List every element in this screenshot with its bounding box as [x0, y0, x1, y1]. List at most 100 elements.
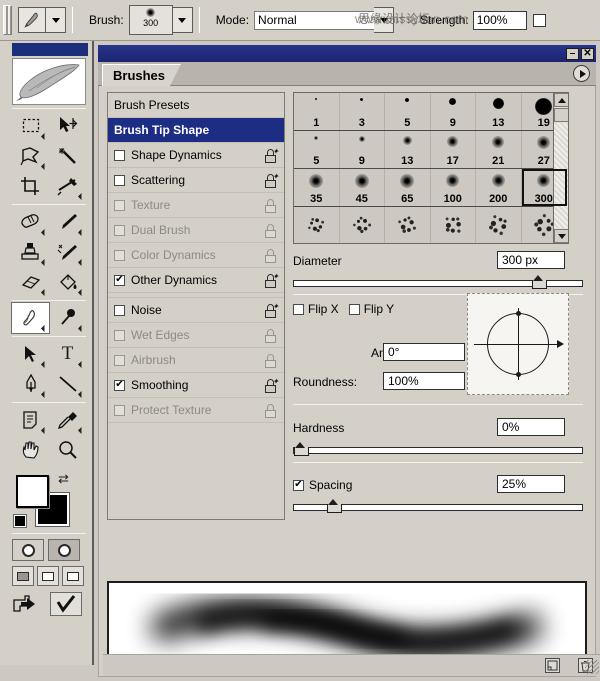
angle-input[interactable]: 0° [383, 343, 465, 361]
brush-option-shape-dynamics[interactable]: Shape Dynamics ✦ [108, 143, 284, 168]
standard-mode-icon[interactable] [12, 539, 44, 561]
checkbox[interactable] [114, 149, 125, 161]
brush-tool-2[interactable] [49, 207, 86, 237]
flip-y-checkbox[interactable] [348, 303, 360, 315]
eyedropper-tool[interactable] [49, 405, 86, 435]
brush-tip-200[interactable]: 200 [476, 169, 522, 206]
crop-tool[interactable] [12, 171, 49, 201]
brush-tip-splatter[interactable] [431, 207, 476, 243]
palette-menu-icon[interactable] [573, 65, 590, 82]
default-colors-icon[interactable] [13, 514, 27, 528]
foreground-color-swatch[interactable] [16, 475, 49, 508]
brush-tip-9[interactable]: 9 [340, 131, 385, 168]
brush-option-other-dynamics[interactable]: ✔ Other Dynamics ✦ [108, 268, 284, 293]
lock-icon[interactable]: ✦ [264, 377, 279, 393]
lock-icon[interactable] [264, 248, 277, 263]
healing-brush-tool[interactable] [12, 207, 49, 237]
brush-preview-chip[interactable]: 300 [128, 5, 173, 35]
brush-tip-13[interactable]: 13 [385, 131, 431, 168]
jump-to-imageready-icon[interactable] [12, 592, 44, 616]
path-selection-tool[interactable] [12, 339, 49, 369]
diameter-input[interactable]: 300 px [497, 251, 565, 269]
brush-tip-splatter[interactable] [385, 207, 431, 243]
lock-icon[interactable] [264, 223, 277, 238]
brush-tip-9[interactable]: 9 [431, 93, 476, 130]
tab-brushes[interactable]: Brushes [102, 64, 182, 86]
dial-handle-top[interactable] [516, 311, 521, 316]
lock-icon[interactable]: ✦ [264, 172, 279, 188]
clone-stamp-tool[interactable] [12, 237, 49, 267]
brush-tip-100[interactable]: 100 [431, 169, 476, 206]
spacing-checkbox[interactable]: ✔ [293, 479, 304, 491]
close-button[interactable]: ✕ [581, 47, 594, 60]
brush-option-scattering[interactable]: Scattering ✦ [108, 168, 284, 193]
brush-tip-65[interactable]: 65 [385, 169, 431, 206]
brush-tip-1[interactable]: 1 [294, 93, 340, 130]
checkbox[interactable] [114, 249, 125, 261]
brush-tip-5[interactable]: 5 [294, 131, 340, 168]
hardness-slider-thumb[interactable] [294, 442, 309, 456]
lock-icon[interactable] [264, 403, 277, 418]
type-tool[interactable]: T [49, 339, 86, 369]
airbrush-toggle[interactable] [532, 13, 546, 27]
checkbox[interactable] [114, 224, 125, 236]
hand-tool[interactable] [12, 435, 49, 465]
toolbox-titlebar[interactable] [12, 43, 88, 56]
checkbox[interactable] [114, 174, 125, 186]
checkbox[interactable]: ✔ [114, 379, 125, 391]
lock-icon[interactable] [264, 198, 277, 213]
hardness-input[interactable]: 0% [497, 418, 565, 436]
brush-option-dual-brush[interactable]: Dual Brush [108, 218, 284, 243]
brush-option-airbrush[interactable]: Airbrush [108, 348, 284, 373]
notes-tool[interactable] [12, 405, 49, 435]
checkbox[interactable] [114, 199, 125, 211]
blur-tool[interactable] [11, 302, 50, 334]
flip-x-checkbox[interactable] [293, 303, 304, 315]
zoom-tool[interactable] [49, 435, 86, 465]
checkbox[interactable] [114, 404, 125, 416]
brush-tip-splatter[interactable] [294, 207, 340, 243]
scroll-down-arrow-icon[interactable] [554, 229, 568, 243]
angle-roundness-dial[interactable] [467, 293, 569, 395]
spacing-slider-thumb[interactable] [327, 499, 342, 513]
checkbox[interactable] [114, 304, 125, 316]
palette-titlebar[interactable]: – ✕ [98, 45, 596, 62]
paint-bucket-tool[interactable] [49, 267, 86, 297]
checkbox[interactable] [114, 329, 125, 341]
minimize-button[interactable]: – [566, 47, 579, 60]
lock-icon[interactable]: ✦ [264, 302, 279, 318]
full-screen-menubar-mode[interactable] [37, 566, 59, 586]
brush-tip-splatter[interactable] [476, 207, 522, 243]
brush-tip-5[interactable]: 5 [385, 93, 431, 130]
spacing-slider[interactable] [293, 499, 583, 513]
palette-resize-grip[interactable] [585, 660, 599, 674]
marquee-tool[interactable] [12, 111, 49, 141]
brush-tip-35[interactable]: 35 [294, 169, 340, 206]
scrollbar-thumb[interactable] [554, 108, 568, 122]
slice-tool[interactable] [49, 171, 86, 201]
brush-tip-300[interactable]: 300 [521, 169, 567, 206]
dial-handle-bottom[interactable] [516, 372, 521, 377]
blend-mode-select[interactable]: Normal [254, 10, 375, 30]
scroll-up-arrow-icon[interactable] [554, 93, 568, 107]
brush-grid-scrollbar[interactable] [553, 93, 568, 243]
lasso-tool[interactable] [12, 141, 49, 171]
lock-icon[interactable] [264, 328, 277, 343]
brush-option-noise[interactable]: Noise ✦ [108, 298, 284, 323]
brush-tip-splatter[interactable] [340, 207, 385, 243]
diameter-slider[interactable] [293, 275, 583, 289]
checkbox[interactable] [114, 354, 125, 366]
brush-picker-dropdown[interactable] [172, 7, 193, 33]
brush-option-brush-presets[interactable]: Brush Presets [108, 93, 284, 118]
roundness-input[interactable]: 100% [383, 372, 465, 390]
swap-colors-icon[interactable]: ⇄ [58, 471, 69, 487]
brush-tip-13[interactable]: 13 [476, 93, 522, 130]
magic-wand-tool[interactable] [49, 141, 86, 171]
checkbox[interactable]: ✔ [114, 274, 125, 286]
lock-icon[interactable]: ✦ [264, 272, 279, 288]
brush-option-smoothing[interactable]: ✔ Smoothing ✦ [108, 373, 284, 398]
lock-icon[interactable] [264, 353, 277, 368]
brush-option-brush-tip-shape[interactable]: Brush Tip Shape [108, 118, 284, 143]
brush-option-protect-texture[interactable]: Protect Texture [108, 398, 284, 423]
dodge-tool[interactable] [49, 303, 86, 333]
